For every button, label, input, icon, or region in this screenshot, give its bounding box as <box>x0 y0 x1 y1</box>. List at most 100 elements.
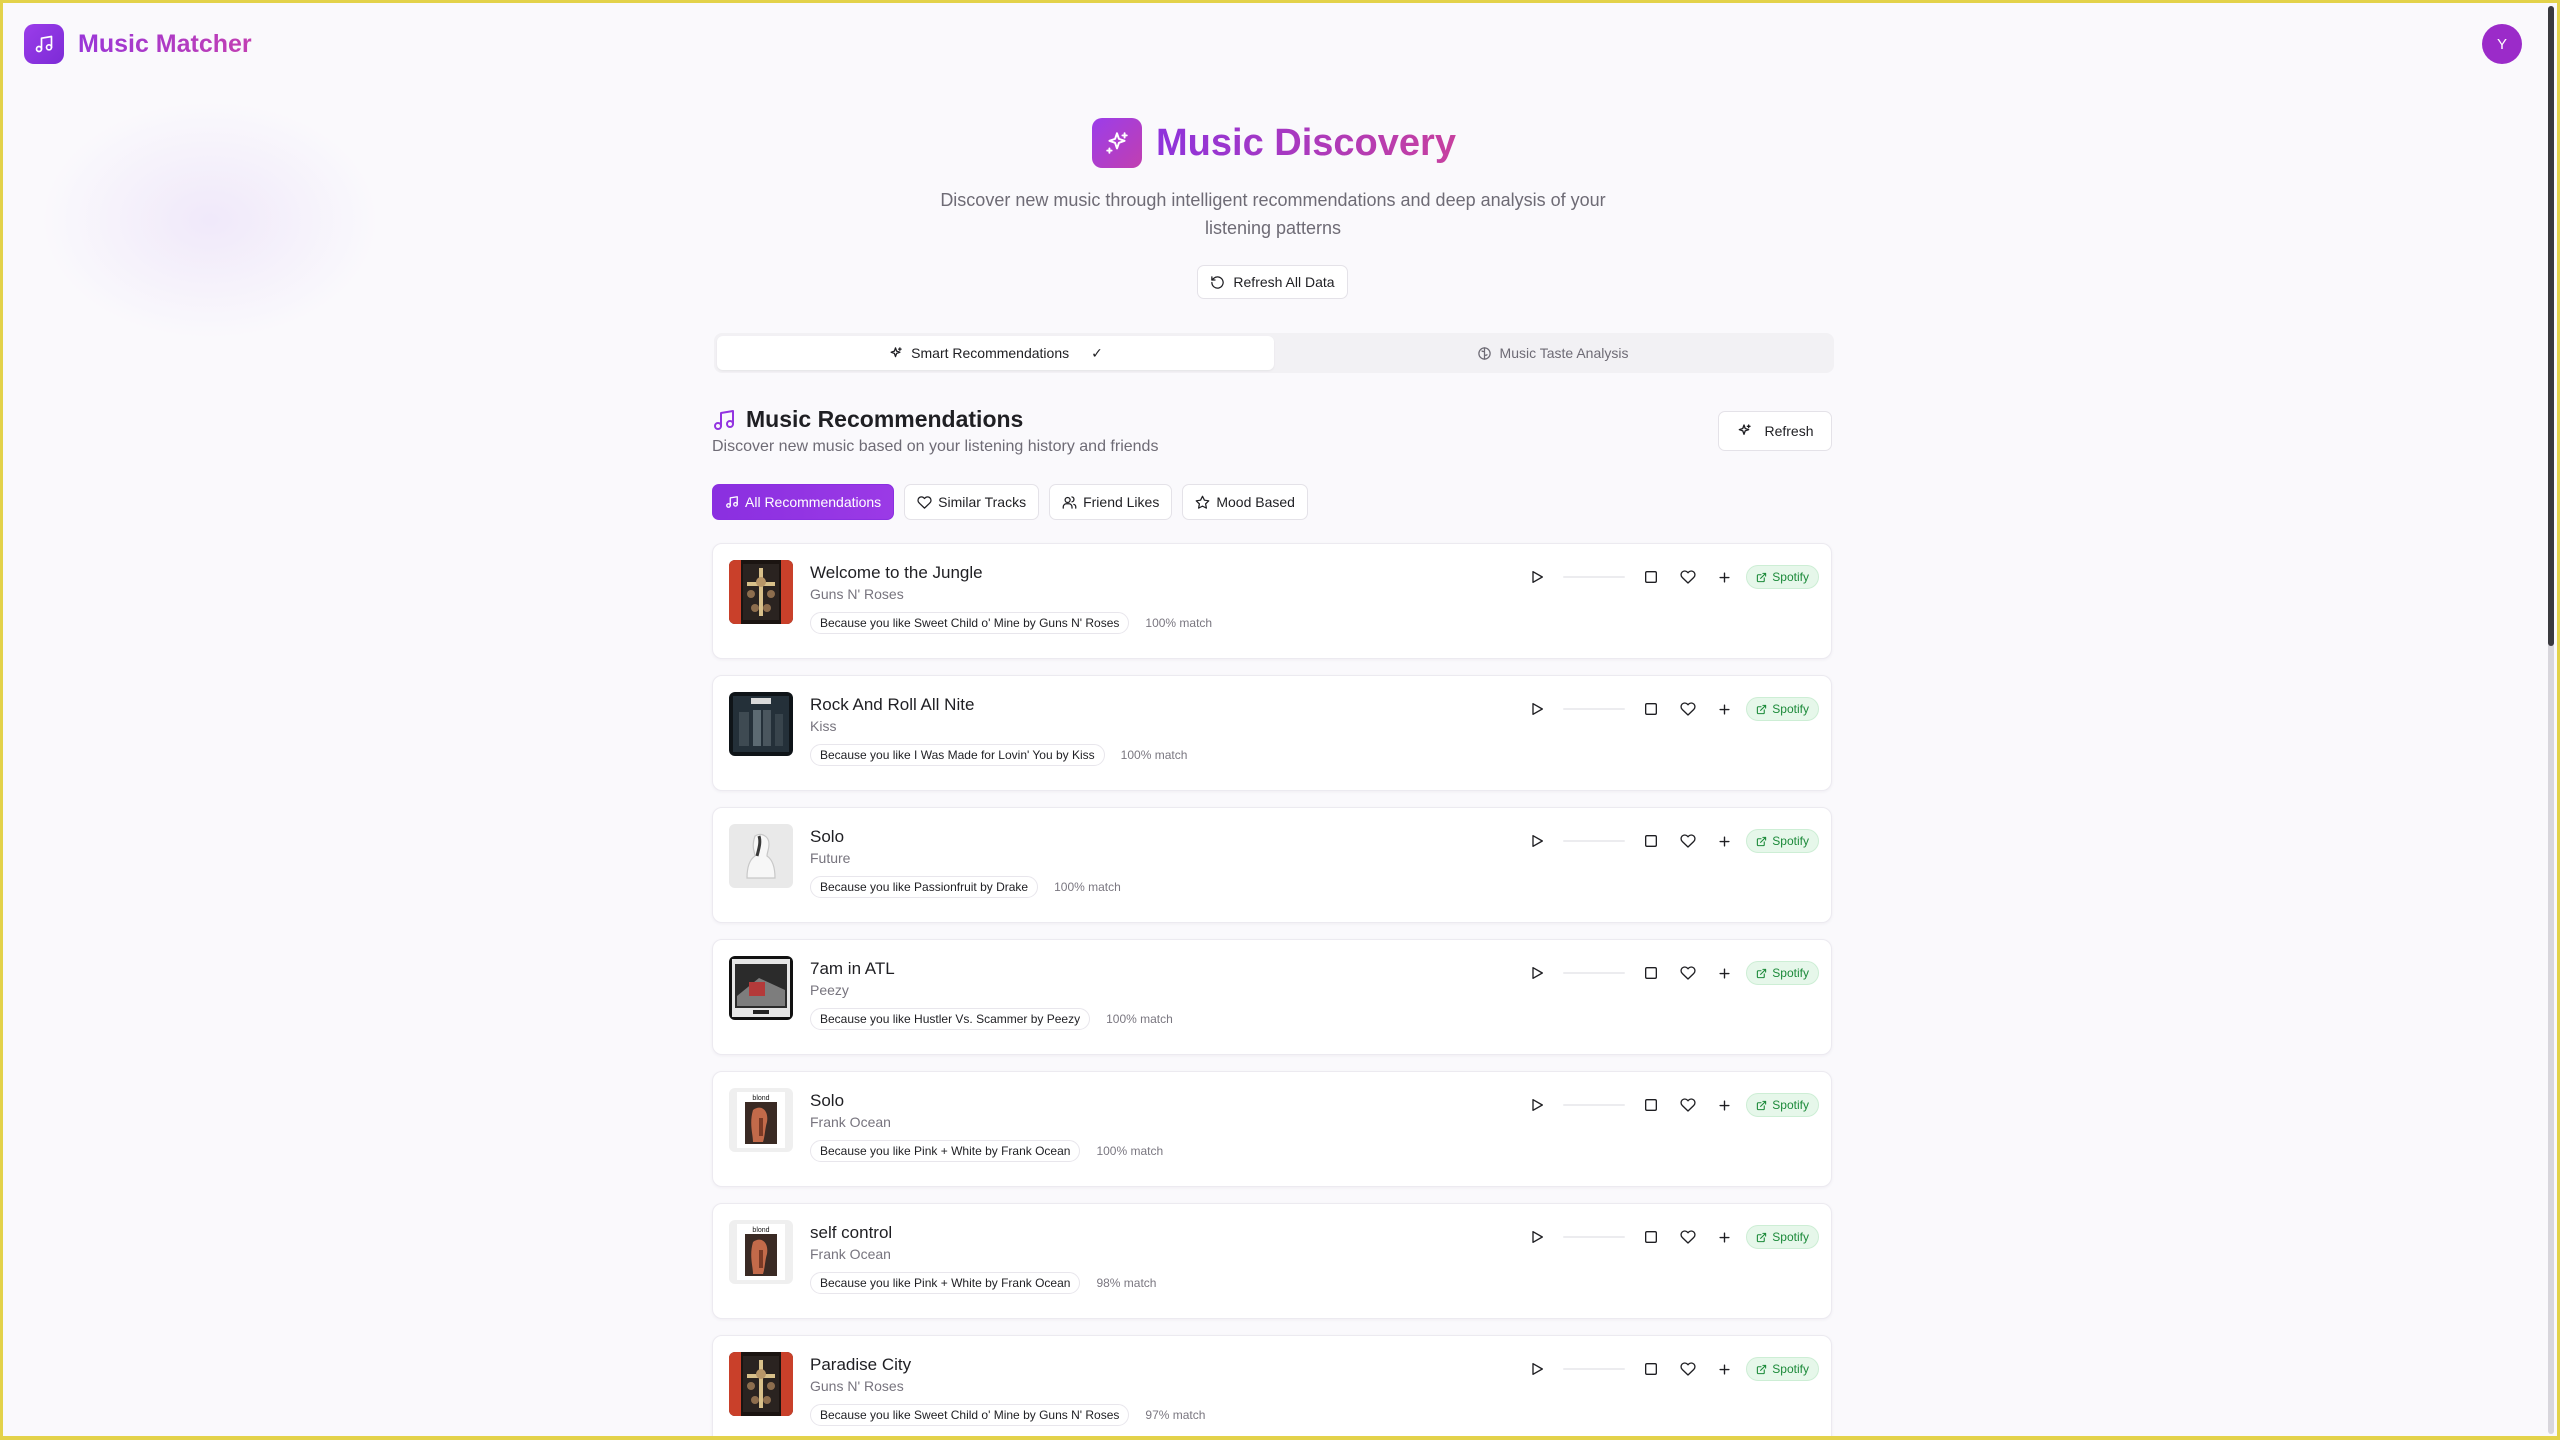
play-button[interactable] <box>1525 1357 1549 1381</box>
reason-row: Because you like Pink + White by Frank O… <box>810 1140 1163 1162</box>
add-button[interactable] <box>1712 1225 1736 1249</box>
sparkles-icon <box>1739 424 1752 435</box>
track-controls: Spotify <box>1525 958 1819 988</box>
checkbox-icon <box>1644 571 1657 583</box>
select-checkbox[interactable] <box>1639 1357 1663 1381</box>
match-score: 97% match <box>1145 1408 1206 1422</box>
checkbox-icon <box>1644 703 1657 715</box>
spotify-link[interactable]: Spotify <box>1746 565 1819 589</box>
reason-row: Because you like Passionfruit by Drake 1… <box>810 876 1121 898</box>
heart-icon <box>1680 1362 1697 1376</box>
play-button[interactable] <box>1525 961 1549 985</box>
track-controls: Spotify <box>1525 826 1819 856</box>
track-card[interactable]: blond Solo Frank Ocean Because you like … <box>712 1071 1832 1187</box>
page-title: Music Discovery <box>0 118 2548 168</box>
spotify-link[interactable]: Spotify <box>1746 829 1819 853</box>
play-button[interactable] <box>1525 829 1549 853</box>
track-card[interactable]: Solo Future Because you like Passionfrui… <box>712 807 1832 923</box>
like-button[interactable] <box>1677 697 1701 721</box>
avatar[interactable]: Y <box>2482 24 2522 64</box>
add-button[interactable] <box>1712 961 1736 985</box>
add-button[interactable] <box>1712 829 1736 853</box>
select-checkbox[interactable] <box>1639 1093 1663 1117</box>
tab-smart-recommendations[interactable]: Smart Recommendations ✓ <box>717 336 1274 370</box>
like-button[interactable] <box>1677 1357 1701 1381</box>
star-icon <box>1195 495 1210 509</box>
play-button[interactable] <box>1525 565 1549 589</box>
plus-icon <box>1719 1099 1730 1111</box>
track-card[interactable]: 7am in ATL Peezy Because you like Hustle… <box>712 939 1832 1055</box>
track-card[interactable]: blond self control Frank Ocean Because y… <box>712 1203 1832 1319</box>
playback-progress[interactable] <box>1562 708 1625 710</box>
track-card[interactable]: Paradise City Guns N' Roses Because you … <box>712 1335 1832 1440</box>
section-subtitle: Discover new music based on your listeni… <box>712 438 1159 455</box>
spotify-link[interactable]: Spotify <box>1746 1093 1819 1117</box>
brain-icon <box>1477 346 1491 360</box>
track-artist: Peezy <box>810 982 849 998</box>
playback-progress[interactable] <box>1562 1368 1625 1370</box>
track-card[interactable]: Rock And Roll All Nite Kiss Because you … <box>712 675 1832 791</box>
tab-music-taste-analysis[interactable]: Music Taste Analysis <box>1274 336 1831 370</box>
refresh-button[interactable]: Refresh <box>1718 411 1832 451</box>
album-art: blond <box>729 1220 793 1284</box>
heart-icon <box>1680 1098 1697 1112</box>
tab-label: Smart Recommendations <box>911 345 1070 361</box>
spotify-link[interactable]: Spotify <box>1746 1357 1819 1381</box>
filter-all-recommendations[interactable]: All Recommendations <box>712 484 895 520</box>
select-checkbox[interactable] <box>1639 565 1663 589</box>
spotify-label: Spotify <box>1772 1362 1809 1376</box>
match-score: 100% match <box>1096 1144 1164 1158</box>
add-button[interactable] <box>1712 697 1736 721</box>
refresh-all-button[interactable]: Refresh All Data <box>1197 265 1348 299</box>
play-button[interactable] <box>1525 1093 1549 1117</box>
select-checkbox[interactable] <box>1639 697 1663 721</box>
album-art: blond <box>729 1088 793 1152</box>
like-button[interactable] <box>1677 961 1701 985</box>
reason-badge: Because you like Sweet Child o' Mine by … <box>810 612 1130 634</box>
like-button[interactable] <box>1677 565 1701 589</box>
page-scrollbar[interactable] <box>2548 6 2554 1434</box>
plus-icon <box>1719 703 1730 715</box>
heart-icon <box>1680 1230 1697 1244</box>
reason-row: Because you like Sweet Child o' Mine by … <box>810 1404 1205 1426</box>
scrollbar-thumb[interactable] <box>2548 6 2554 646</box>
spotify-link[interactable]: Spotify <box>1746 1225 1819 1249</box>
reason-row: Because you like Pink + White by Frank O… <box>810 1272 1156 1294</box>
select-checkbox[interactable] <box>1639 961 1663 985</box>
playback-progress[interactable] <box>1562 972 1625 974</box>
playback-progress[interactable] <box>1562 1104 1625 1106</box>
brand[interactable]: Music Matcher <box>24 24 252 64</box>
playback-progress[interactable] <box>1562 840 1625 842</box>
select-checkbox[interactable] <box>1639 1225 1663 1249</box>
heart-icon <box>917 495 932 509</box>
add-button[interactable] <box>1712 1357 1736 1381</box>
add-button[interactable] <box>1712 1093 1736 1117</box>
like-button[interactable] <box>1677 1225 1701 1249</box>
refresh-all-label: Refresh All Data <box>1233 274 1335 290</box>
select-checkbox[interactable] <box>1639 829 1663 853</box>
like-button[interactable] <box>1677 829 1701 853</box>
like-button[interactable] <box>1677 1093 1701 1117</box>
filter-label: Friend Likes <box>1083 494 1160 510</box>
sparkles-icon <box>1092 118 1143 168</box>
playback-progress[interactable] <box>1562 1236 1625 1238</box>
play-button[interactable] <box>1525 1225 1549 1249</box>
spotify-link[interactable]: Spotify <box>1746 697 1819 721</box>
track-card[interactable]: Welcome to the Jungle Guns N' Roses Beca… <box>712 543 1832 659</box>
main-tabs: Smart Recommendations ✓ Music Taste Anal… <box>714 333 1834 373</box>
filter-similar-tracks[interactable]: Similar Tracks <box>904 484 1040 520</box>
match-score: 98% match <box>1096 1276 1157 1290</box>
play-icon <box>1532 967 1543 979</box>
add-button[interactable] <box>1712 565 1736 589</box>
playback-progress[interactable] <box>1562 576 1625 578</box>
play-icon <box>1532 1099 1543 1111</box>
reason-row: Because you like Hustler Vs. Scammer by … <box>810 1008 1173 1030</box>
play-button[interactable] <box>1525 697 1549 721</box>
heart-icon <box>1680 834 1697 848</box>
checkbox-icon <box>1644 1363 1657 1375</box>
spotify-label: Spotify <box>1772 1230 1809 1244</box>
spotify-link[interactable]: Spotify <box>1746 961 1819 985</box>
track-controls: Spotify <box>1525 1222 1819 1252</box>
filter-friend-likes[interactable]: Friend Likes <box>1049 484 1173 520</box>
filter-mood-based[interactable]: Mood Based <box>1182 484 1308 520</box>
